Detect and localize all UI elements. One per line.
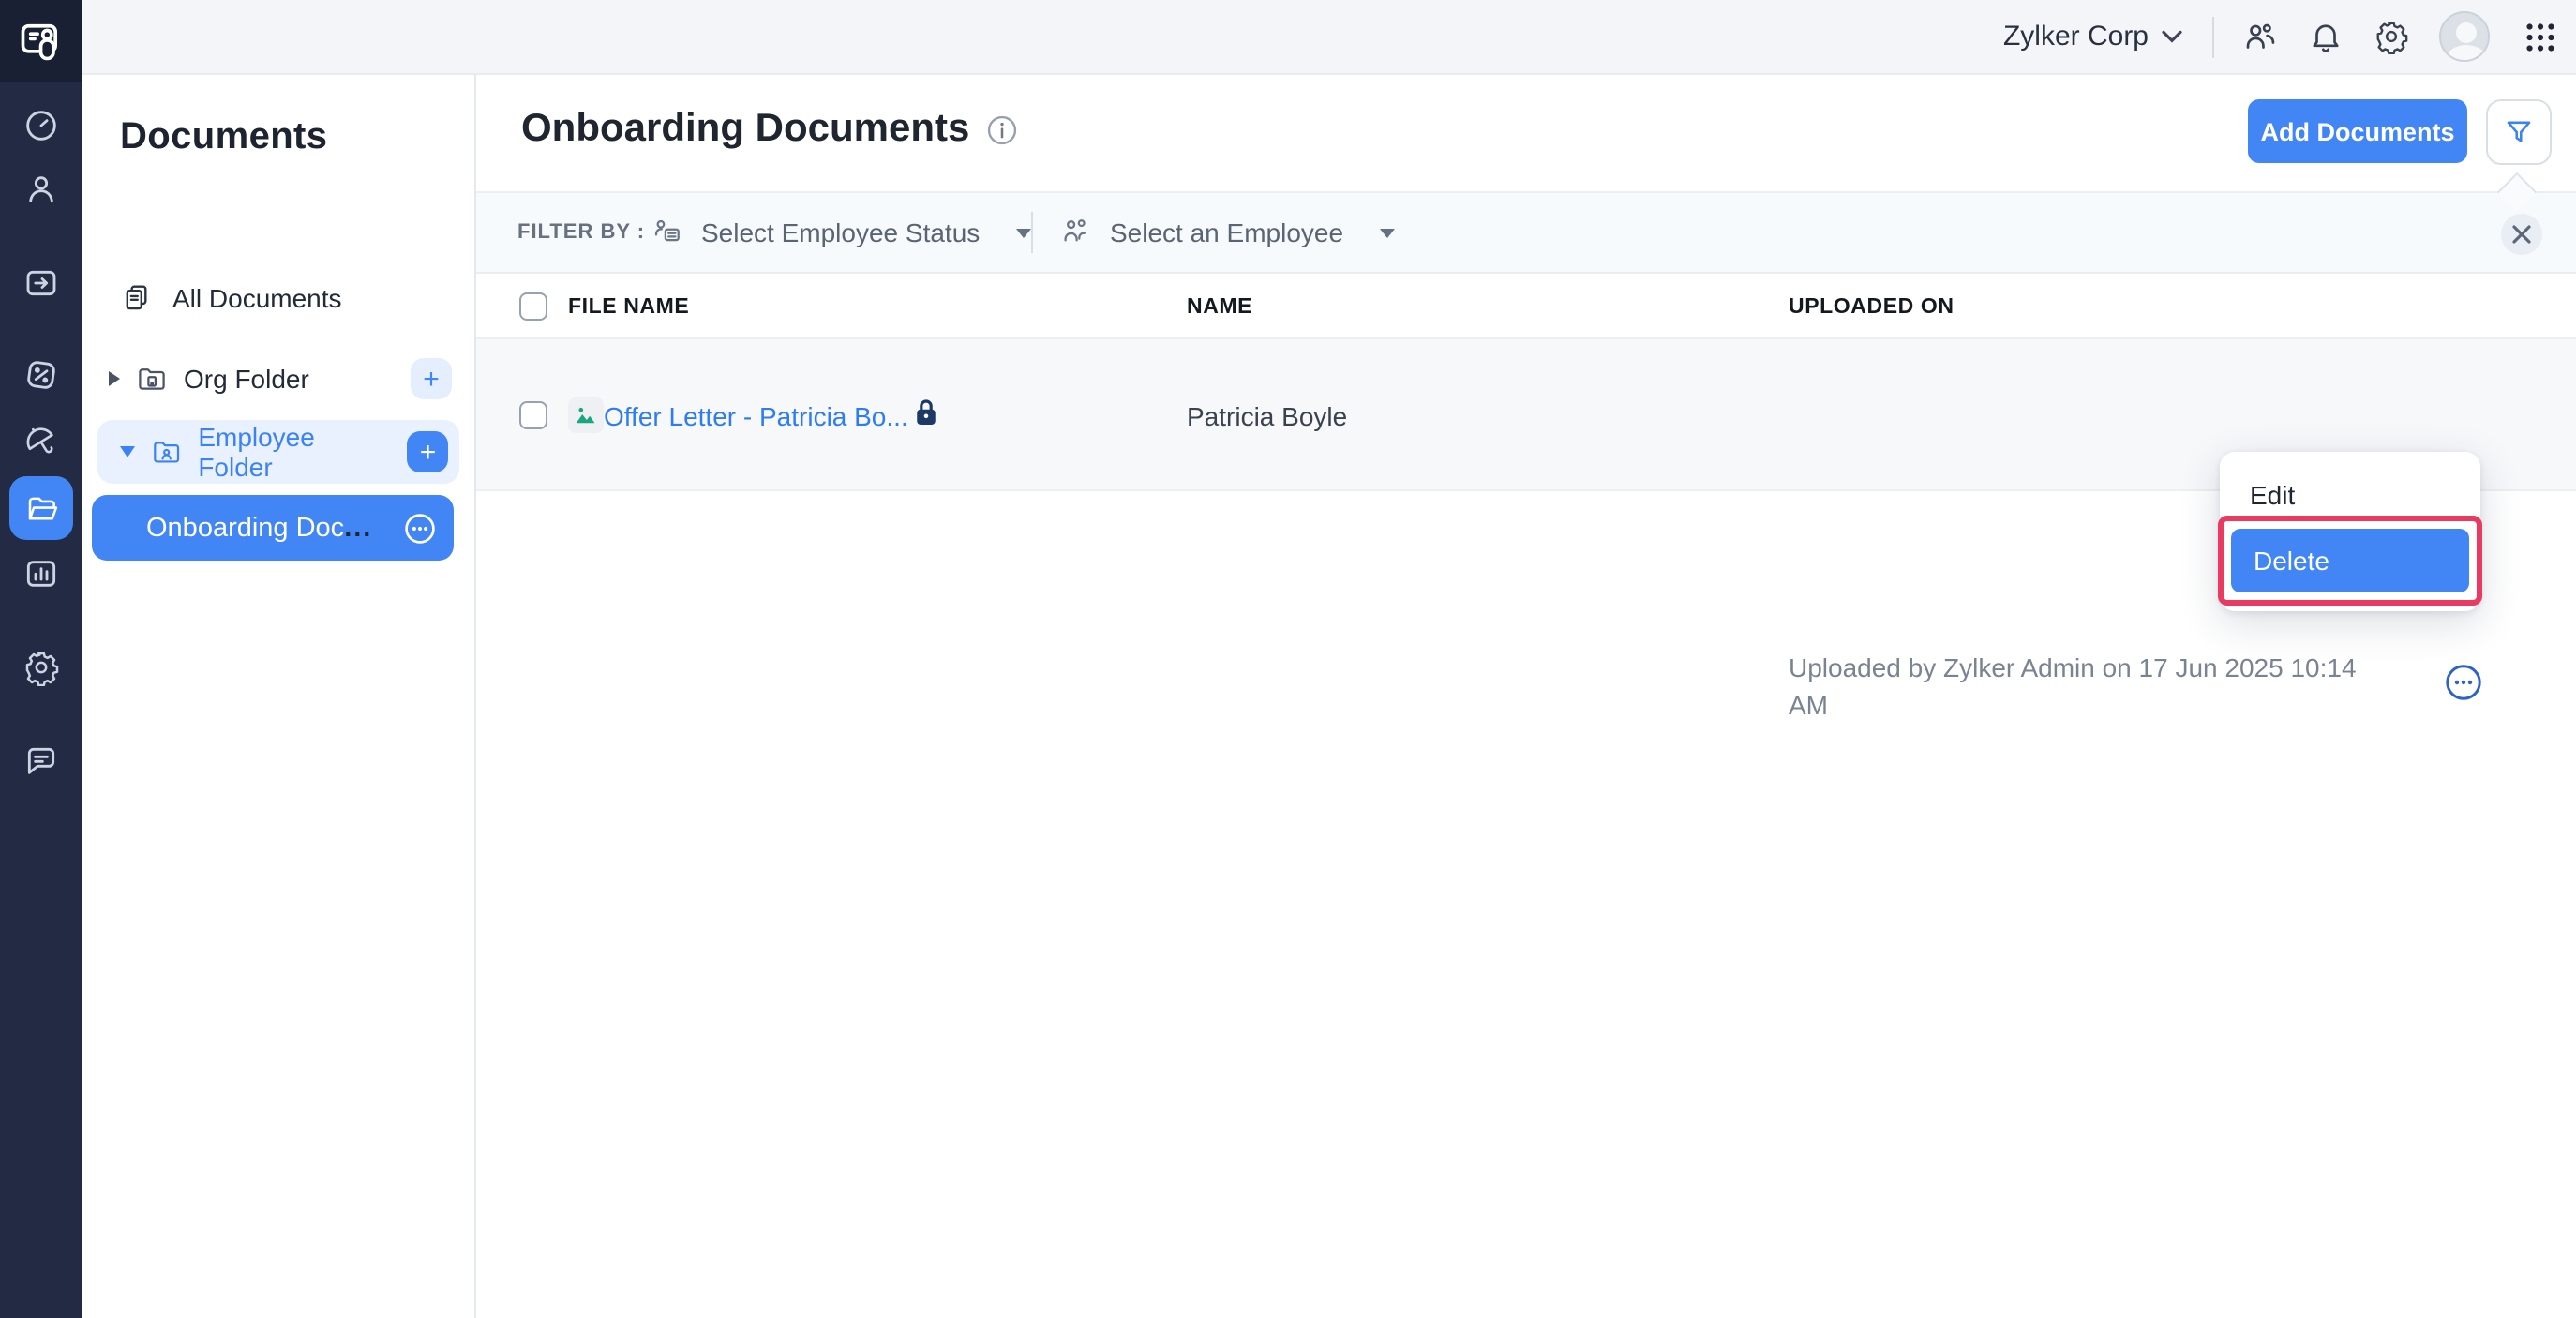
- add-documents-button[interactable]: Add Documents: [2248, 99, 2467, 163]
- circled-ellipsis-icon[interactable]: [403, 511, 437, 545]
- file-name-link[interactable]: Offer Letter - Patricia Bo...: [604, 401, 908, 431]
- caret-down-icon: [1015, 228, 1030, 237]
- org-name: Zylker Corp: [2003, 21, 2149, 52]
- dropdown-value: Select an Employee: [1110, 217, 1343, 247]
- sidebar-item-onboarding-documents[interactable]: Onboarding Doc...: [92, 495, 454, 561]
- info-icon[interactable]: [986, 113, 1018, 145]
- documents-sidebar: Documents All Documents Org Folder + Emp…: [82, 75, 476, 1318]
- column-header-file-name[interactable]: FILE NAME: [568, 274, 689, 339]
- topbar: Zylker Corp: [82, 0, 2576, 75]
- bar-chart-icon[interactable]: [22, 555, 60, 592]
- sidebar-item-employee-folder[interactable]: Employee Folder +: [97, 420, 459, 484]
- select-all-checkbox[interactable]: [519, 292, 547, 321]
- app-window: Zylker Corp Documents All Documents Org …: [0, 0, 2576, 1318]
- uploaded-on-cell: Uploaded by Zylker Admin on 17 Jun 2025 …: [1789, 649, 2400, 724]
- employee-name-cell: Patricia Boyle: [1187, 401, 1347, 431]
- apps-grid-icon[interactable]: [2524, 20, 2557, 53]
- avatar[interactable]: [2439, 11, 2490, 62]
- sidebar-title: Documents: [120, 116, 327, 159]
- person-icon[interactable]: [22, 171, 60, 208]
- percent-badge-icon[interactable]: [22, 356, 60, 394]
- app-logo[interactable]: [0, 0, 82, 82]
- filter-panel-notch: [2497, 172, 2537, 212]
- files-nav-active[interactable]: [9, 476, 73, 540]
- org-switcher[interactable]: Zylker Corp: [2003, 21, 2182, 52]
- row-actions-menu: Edit Delete: [2220, 452, 2480, 611]
- gear-icon[interactable]: [2374, 19, 2409, 54]
- filter-panel: FILTER BY : Select Employee Status Selec…: [476, 191, 2576, 274]
- documents-copy-icon: [120, 281, 154, 315]
- close-icon: [2512, 225, 2531, 244]
- truncation-ellipsis: ...: [344, 513, 372, 543]
- add-folder-button[interactable]: +: [411, 358, 452, 399]
- click-target-annotation: Delete: [2218, 516, 2482, 606]
- filter-by-label: FILTER BY :: [517, 221, 645, 244]
- main-content: Onboarding Documents Add Documents FILTE…: [476, 75, 2576, 1318]
- employee-status-dropdown[interactable]: Select Employee Status: [651, 216, 1030, 249]
- sidebar-item-all-documents[interactable]: All Documents: [120, 272, 342, 324]
- sidebar-item-label: Employee Folder: [198, 422, 393, 482]
- employees-icon: [1059, 216, 1093, 249]
- folder-open-icon: [23, 490, 59, 526]
- sidebar-item-label: All Documents: [172, 283, 342, 313]
- gauge-icon[interactable]: [22, 107, 60, 144]
- add-subfolder-button[interactable]: +: [408, 431, 448, 472]
- sidebar-item-org-folder[interactable]: Org Folder +: [109, 352, 452, 405]
- menu-item-delete[interactable]: Delete: [2231, 529, 2469, 592]
- page-title: Onboarding Documents: [521, 107, 969, 152]
- chevron-down-icon[interactable]: [120, 446, 135, 457]
- sidebar-item-label: Org Folder: [184, 364, 309, 394]
- filter-divider: [1031, 212, 1033, 253]
- table-header: FILE NAME NAME UPLOADED ON: [476, 274, 2576, 339]
- gear-icon[interactable]: [22, 649, 60, 686]
- chevron-right-icon[interactable]: [109, 371, 120, 386]
- chat-icon[interactable]: [22, 742, 60, 780]
- app-rail: [0, 0, 82, 1318]
- dropdown-value: Select Employee Status: [701, 217, 980, 247]
- employee-status-icon: [651, 216, 684, 249]
- menu-item-edit[interactable]: Edit: [2220, 467, 2480, 523]
- sidebar-item-label: Onboarding Doc: [146, 513, 344, 543]
- funnel-icon: [2503, 116, 2535, 148]
- calendar-arrow-icon[interactable]: [22, 264, 60, 302]
- filter-button[interactable]: [2486, 99, 2552, 165]
- people-icon[interactable]: [2242, 19, 2278, 54]
- close-filter-button[interactable]: [2501, 214, 2542, 255]
- chevron-down-icon: [2162, 30, 2182, 43]
- lock-icon: [913, 397, 939, 427]
- umbrella-icon[interactable]: [22, 424, 60, 461]
- bell-icon[interactable]: [2308, 19, 2344, 54]
- people-app-logo-icon: [17, 17, 66, 66]
- caret-down-icon: [1379, 228, 1394, 237]
- row-actions-ellipsis-icon[interactable]: [2445, 664, 2482, 701]
- image-file-icon: [568, 397, 604, 433]
- row-checkbox[interactable]: [519, 401, 547, 429]
- column-header-uploaded-on[interactable]: UPLOADED ON: [1789, 274, 1954, 339]
- employee-dropdown[interactable]: Select an Employee: [1059, 216, 1394, 249]
- topbar-divider: [2212, 16, 2214, 57]
- employee-folder-icon: [150, 435, 183, 469]
- column-header-name[interactable]: NAME: [1187, 274, 1252, 339]
- org-folder-icon: [135, 362, 169, 396]
